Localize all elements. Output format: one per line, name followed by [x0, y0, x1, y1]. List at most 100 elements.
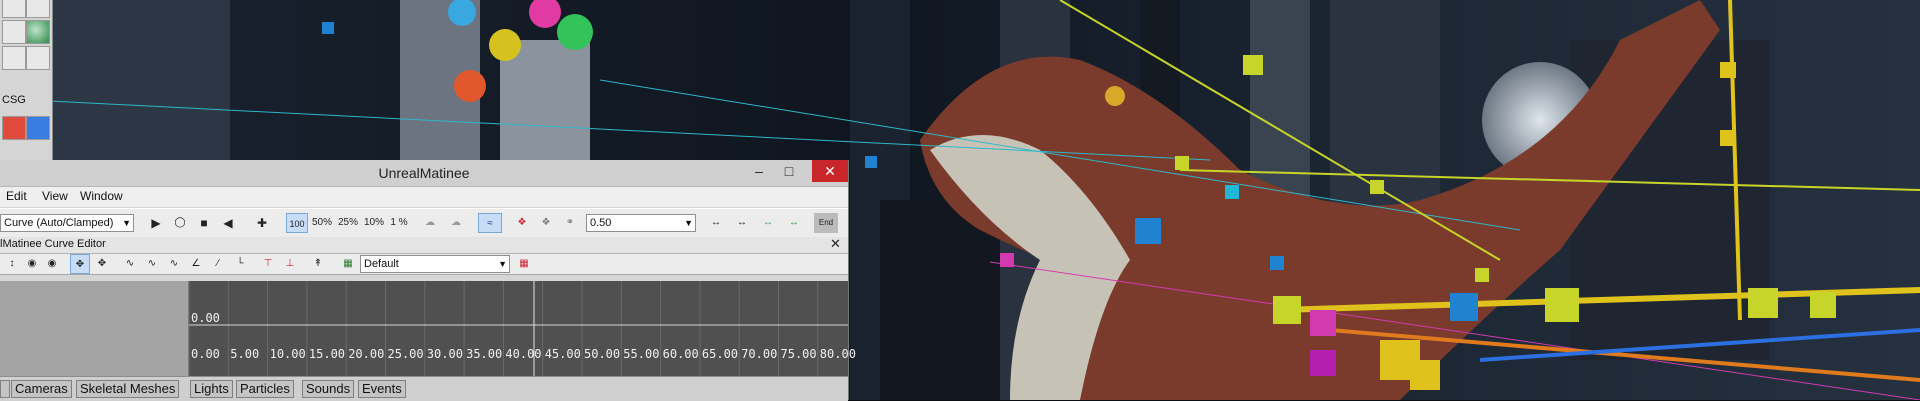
time-tick-label: 25.00: [387, 347, 424, 361]
time-tick-label: 50.00: [584, 347, 621, 361]
fit-all-icon[interactable]: ◉: [42, 254, 62, 274]
chevron-down-icon: ▼: [122, 218, 131, 228]
window-title: UnrealMatinee: [378, 165, 470, 181]
csg-subtract-icon[interactable]: [2, 116, 26, 140]
time-tick-label: 55.00: [623, 347, 660, 361]
time-tick-label: 20.00: [348, 347, 385, 361]
time-tick-label: 15.00: [308, 347, 346, 361]
tangent-auto-clamped-icon[interactable]: ∿: [142, 254, 162, 274]
fit-loop-icon[interactable]: ↔: [758, 213, 778, 233]
play-icon[interactable]: ▶: [146, 213, 166, 233]
curve-track-list[interactable]: [0, 281, 189, 377]
fit-view-icon[interactable]: ↔: [732, 213, 752, 233]
time-tick-label: 35.00: [466, 347, 503, 361]
csg-add-icon[interactable]: [26, 116, 50, 140]
speed-1-button[interactable]: 1 %: [388, 213, 410, 233]
volume-shape-icon[interactable]: [26, 46, 50, 70]
maximize-button[interactable]: □: [774, 160, 804, 182]
main-toolbar: Curve (Auto/Clamped) ▼ ▶ ◯ ■ ◀ ✚ 100 50%…: [0, 208, 848, 238]
cloud-icon[interactable]: ☁: [446, 213, 466, 233]
fit-horizontal-icon[interactable]: ↕: [2, 254, 22, 274]
window-titlebar[interactable]: UnrealMatinee – □ ✕: [0, 160, 848, 187]
pan-mode-icon[interactable]: ✥: [70, 254, 90, 274]
curve-grid-lines: [189, 281, 848, 377]
close-button[interactable]: ✕: [812, 160, 848, 182]
tangent-auto-icon[interactable]: ∿: [120, 254, 140, 274]
fit-loop-sequence-icon[interactable]: ↔: [784, 213, 804, 233]
create-tab-icon[interactable]: ▦: [338, 254, 358, 274]
tab-skeletal-meshes[interactable]: Skeletal Meshes: [76, 380, 180, 398]
end-of-track-button[interactable]: End: [814, 213, 838, 233]
speed-10-button[interactable]: 10%: [362, 213, 386, 233]
fit-vertical-icon[interactable]: ◉: [22, 254, 42, 274]
tab-particles[interactable]: Particles: [236, 380, 294, 398]
speed-100-button[interactable]: 100: [286, 213, 308, 233]
tab-lights[interactable]: Lights: [190, 380, 233, 398]
snap-size-select[interactable]: 0.50 ▼: [586, 214, 696, 232]
time-tick-label: 65.00: [701, 347, 739, 361]
fit-sequence-icon[interactable]: ↔: [706, 213, 726, 233]
close-icon[interactable]: ✕: [830, 236, 841, 252]
straighten-tangents-icon[interactable]: ⊥: [280, 254, 300, 274]
curve-editor-area[interactable]: 0.00 0.00 5.00 10.00 15.00 20.00 25.00 30.00 35…: [0, 281, 856, 377]
time-tick-label: 80.00: [819, 347, 856, 361]
tool-button[interactable]: [2, 0, 26, 18]
time-tick-label: 75.00: [780, 347, 817, 361]
stop-icon[interactable]: ■: [194, 213, 214, 233]
tab-cameras[interactable]: Cameras: [11, 380, 72, 398]
chevron-down-icon: ▼: [684, 218, 693, 228]
menu-view[interactable]: View: [42, 189, 68, 203]
editor-tool-strip: CSG: [0, 0, 53, 160]
tab-all[interactable]: [0, 380, 10, 398]
curve-tab-select[interactable]: Default ▼: [360, 255, 510, 273]
sphere-shape-icon[interactable]: [26, 20, 50, 44]
menu-window[interactable]: Window: [80, 189, 123, 203]
time-tick-label: 5.00: [230, 347, 260, 361]
loop-play-icon[interactable]: ◯: [170, 213, 190, 233]
curve-editor-toggle-icon[interactable]: ≈: [478, 213, 502, 233]
tangent-break-icon[interactable]: ∠: [186, 254, 206, 274]
tab-events[interactable]: Events: [358, 380, 406, 398]
time-tick-label: 70.00: [741, 347, 778, 361]
time-tick-label: 0.00: [191, 347, 220, 361]
linear-icon[interactable]: ∕: [208, 254, 228, 274]
create-camera-actor-icon[interactable]: ✚: [252, 213, 272, 233]
curve-graph[interactable]: 0.00 0.00 5.00 10.00 15.00 20.00 25.00 30.00 35…: [189, 281, 856, 377]
link-icon[interactable]: ⚭: [560, 213, 580, 233]
track-tab-bar: Cameras Skeletal Meshes Lights Particles…: [0, 376, 848, 401]
time-tick-label: 60.00: [662, 347, 699, 361]
time-tick-label: 30.00: [426, 347, 463, 361]
curve-editor-title: lMatinee Curve Editor: [0, 238, 106, 250]
csg-label: CSG: [2, 94, 26, 106]
time-tick-label: 40.00: [505, 347, 542, 361]
tab-sounds[interactable]: Sounds: [302, 380, 355, 398]
snap-icon[interactable]: ❖: [512, 213, 532, 233]
snap-size-value: 0.50: [590, 217, 612, 229]
curve-tab-value: Default: [364, 258, 399, 270]
show-all-tangents-icon[interactable]: ↟: [308, 254, 328, 274]
time-tick-label: 45.00: [544, 347, 581, 361]
zoom-mode-icon[interactable]: ✥: [92, 254, 112, 274]
tangent-user-icon[interactable]: ∿: [164, 254, 184, 274]
delete-tab-icon[interactable]: ▦: [514, 254, 534, 274]
reverse-play-icon[interactable]: ◀: [218, 213, 238, 233]
curve-editor-header: lMatinee Curve Editor ✕: [0, 236, 848, 254]
speed-50-button[interactable]: 50%: [310, 213, 334, 233]
snap-time-icon[interactable]: ❖: [536, 213, 556, 233]
tool-button[interactable]: [26, 0, 50, 18]
chevron-down-icon: ▼: [498, 259, 507, 269]
time-tick-label: 10.00: [269, 347, 306, 361]
stairs-shape-icon[interactable]: [2, 46, 26, 70]
menu-bar: Edit View Window: [0, 187, 848, 207]
matinee-window: UnrealMatinee – □ ✕ Edit View Window Cur…: [0, 160, 856, 401]
interp-mode-value: Curve (Auto/Clamped): [4, 217, 114, 229]
constant-icon[interactable]: └: [230, 254, 250, 274]
speed-25-button[interactable]: 25%: [336, 213, 360, 233]
menu-edit[interactable]: Edit: [6, 189, 27, 203]
cone-shape-icon[interactable]: [2, 20, 26, 44]
flatten-tangents-icon[interactable]: ⊤: [258, 254, 278, 274]
cloud-icon[interactable]: ☁: [420, 213, 440, 233]
minimize-button[interactable]: –: [744, 160, 774, 182]
value-axis-label: 0.00: [191, 311, 220, 325]
interp-mode-select[interactable]: Curve (Auto/Clamped) ▼: [0, 214, 134, 232]
